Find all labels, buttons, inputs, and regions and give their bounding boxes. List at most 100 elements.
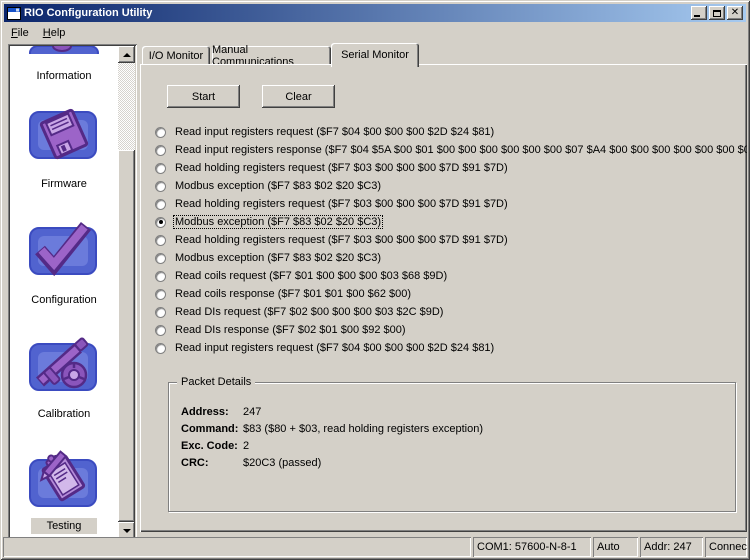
- packet-label: Read DIs request ($F7 $02 $00 $00 $00 $0…: [173, 305, 445, 319]
- scrollbar-thumb[interactable]: [118, 150, 135, 522]
- tab-strip: I/O Monitor Manual Communications Serial…: [140, 43, 747, 65]
- tab-serial-monitor[interactable]: Serial Monitor: [331, 43, 419, 67]
- radio-icon[interactable]: [155, 199, 166, 210]
- floppy-icon: [26, 104, 102, 162]
- menu-bar: File Help: [4, 23, 746, 42]
- packet-row[interactable]: Modbus exception ($F7 $83 $02 $20 $C3): [155, 177, 747, 195]
- packet-list: Read input registers request ($F7 $04 $0…: [155, 123, 747, 357]
- close-icon: ✕: [731, 8, 739, 18]
- sidebar-item-calibration[interactable]: Calibration: [10, 334, 118, 422]
- radio-icon[interactable]: [155, 253, 166, 264]
- radio-icon[interactable]: [155, 181, 166, 192]
- packet-row[interactable]: Read DIs request ($F7 $02 $00 $00 $00 $0…: [155, 303, 747, 321]
- app-window: RIO Configuration Utility ✕ File Help In…: [0, 0, 750, 560]
- status-panel-connection: Connected: [705, 537, 747, 557]
- checkmark-icon: [26, 220, 102, 278]
- scroll-up-button[interactable]: [118, 46, 135, 63]
- packet-row[interactable]: Read input registers response ($F7 $04 $…: [155, 141, 747, 159]
- packet-row[interactable]: Read holding registers request ($F7 $03 …: [155, 195, 747, 213]
- radio-icon[interactable]: [155, 217, 166, 228]
- clear-button[interactable]: Clear: [262, 85, 335, 108]
- scroll-up-icon: [123, 53, 131, 57]
- packet-label: Modbus exception ($F7 $83 $02 $20 $C3): [173, 179, 383, 193]
- packet-label: Read DIs response ($F7 $02 $01 $00 $92 $…: [173, 323, 408, 337]
- packet-row-selected[interactable]: Modbus exception ($F7 $83 $02 $20 $C3): [155, 213, 747, 231]
- sidebar-content: Information Firmware: [10, 46, 118, 539]
- sidebar-scrollbar[interactable]: [118, 46, 135, 539]
- detail-row-crc: CRC: $20C3 (passed): [181, 454, 729, 471]
- sidebar-item-configuration[interactable]: Configuration: [10, 220, 118, 308]
- packet-label: Read coils response ($F7 $01 $01 $00 $62…: [173, 287, 413, 301]
- packet-row[interactable]: Modbus exception ($F7 $83 $02 $20 $C3): [155, 249, 747, 267]
- detail-value: $20C3 (passed): [243, 457, 321, 469]
- tab-manual-communications[interactable]: Manual Communications: [212, 46, 331, 66]
- packet-row[interactable]: Read holding registers request ($F7 $03 …: [155, 231, 747, 249]
- packet-row[interactable]: Read coils response ($F7 $01 $01 $00 $62…: [155, 285, 747, 303]
- detail-label: Address:: [181, 406, 243, 418]
- sidebar-item-label: Information: [32, 69, 95, 83]
- detail-label: Command:: [181, 423, 243, 435]
- packet-details-rows: Address: 247 Command: $83 ($80 + $03, re…: [181, 403, 729, 471]
- detail-row-address: Address: 247: [181, 403, 729, 420]
- minimize-button[interactable]: [691, 6, 707, 20]
- detail-value: 2: [243, 440, 249, 452]
- packet-label: Read holding registers request ($F7 $03 …: [173, 197, 510, 211]
- tab-io-monitor[interactable]: I/O Monitor: [142, 46, 210, 66]
- sidebar-item-label: Configuration: [27, 293, 100, 307]
- packet-label: Modbus exception ($F7 $83 $02 $20 $C3): [173, 215, 383, 229]
- detail-row-command: Command: $83 ($80 + $03, read holding re…: [181, 420, 729, 437]
- status-panel-mode: Auto: [593, 537, 638, 557]
- packet-label: Read holding registers request ($F7 $03 …: [173, 233, 510, 247]
- detail-label: Exc. Code:: [181, 440, 243, 452]
- radio-icon[interactable]: [155, 235, 166, 246]
- micrometer-icon: [26, 334, 102, 394]
- sidebar-item-firmware[interactable]: Firmware: [10, 104, 118, 192]
- sidebar-item-label: Testing: [31, 518, 98, 534]
- radio-icon[interactable]: [155, 343, 166, 354]
- packet-label: Read input registers response ($F7 $04 $…: [173, 143, 747, 157]
- status-panel-com: COM1: 57600-N-8-1: [473, 537, 591, 557]
- maximize-button[interactable]: [709, 6, 725, 20]
- packet-row[interactable]: Read holding registers request ($F7 $03 …: [155, 159, 747, 177]
- clipboard-icon: [26, 446, 102, 512]
- packet-label: Read coils request ($F7 $01 $00 $00 $00 …: [173, 269, 449, 283]
- radio-icon[interactable]: [155, 307, 166, 318]
- detail-label: CRC:: [181, 457, 243, 469]
- packet-row[interactable]: Read input registers request ($F7 $04 $0…: [155, 123, 747, 141]
- menu-file[interactable]: File: [4, 25, 36, 41]
- radio-icon[interactable]: [155, 325, 166, 336]
- detail-value: 247: [243, 406, 261, 418]
- radio-icon[interactable]: [155, 127, 166, 138]
- packet-row[interactable]: Read DIs response ($F7 $02 $01 $00 $92 $…: [155, 321, 747, 339]
- packet-row[interactable]: Read coils request ($F7 $01 $00 $00 $00 …: [155, 267, 747, 285]
- titlebar[interactable]: RIO Configuration Utility ✕: [4, 4, 746, 22]
- packet-row[interactable]: Read input registers request ($F7 $04 $0…: [155, 339, 747, 357]
- sidebar-item-testing[interactable]: Testing: [10, 446, 118, 534]
- status-panel-main: [3, 537, 471, 557]
- detail-value: $83 ($80 + $03, read holding registers e…: [243, 423, 483, 435]
- radio-icon[interactable]: [155, 271, 166, 282]
- radio-icon[interactable]: [155, 289, 166, 300]
- packet-details-title: Packet Details: [177, 376, 255, 388]
- maximize-icon: [713, 10, 721, 17]
- menu-help[interactable]: Help: [36, 25, 73, 41]
- packet-label: Modbus exception ($F7 $83 $02 $20 $C3): [173, 251, 383, 265]
- radio-icon[interactable]: [155, 163, 166, 174]
- packet-label: Read input registers request ($F7 $04 $0…: [173, 125, 496, 139]
- serial-monitor-panel: Start Clear Read input registers request…: [140, 64, 747, 532]
- start-button[interactable]: Start: [167, 85, 240, 108]
- info-icon: [28, 46, 100, 54]
- packet-label: Read input registers request ($F7 $04 $0…: [173, 341, 496, 355]
- app-icon: [7, 7, 21, 20]
- radio-icon[interactable]: [155, 145, 166, 156]
- close-button[interactable]: ✕: [727, 6, 743, 20]
- sidebar-item-label: Calibration: [34, 407, 95, 421]
- status-bar: COM1: 57600-N-8-1 Auto Addr: 247 Connect…: [3, 537, 747, 557]
- scroll-down-icon: [123, 529, 131, 533]
- packet-label: Read holding registers request ($F7 $03 …: [173, 161, 510, 175]
- sidebar-item-information[interactable]: Information: [10, 46, 118, 84]
- minimize-icon: [694, 15, 700, 17]
- window-title: RIO Configuration Utility: [24, 7, 691, 19]
- sidebar: Information Firmware: [8, 44, 137, 541]
- detail-row-exc-code: Exc. Code: 2: [181, 437, 729, 454]
